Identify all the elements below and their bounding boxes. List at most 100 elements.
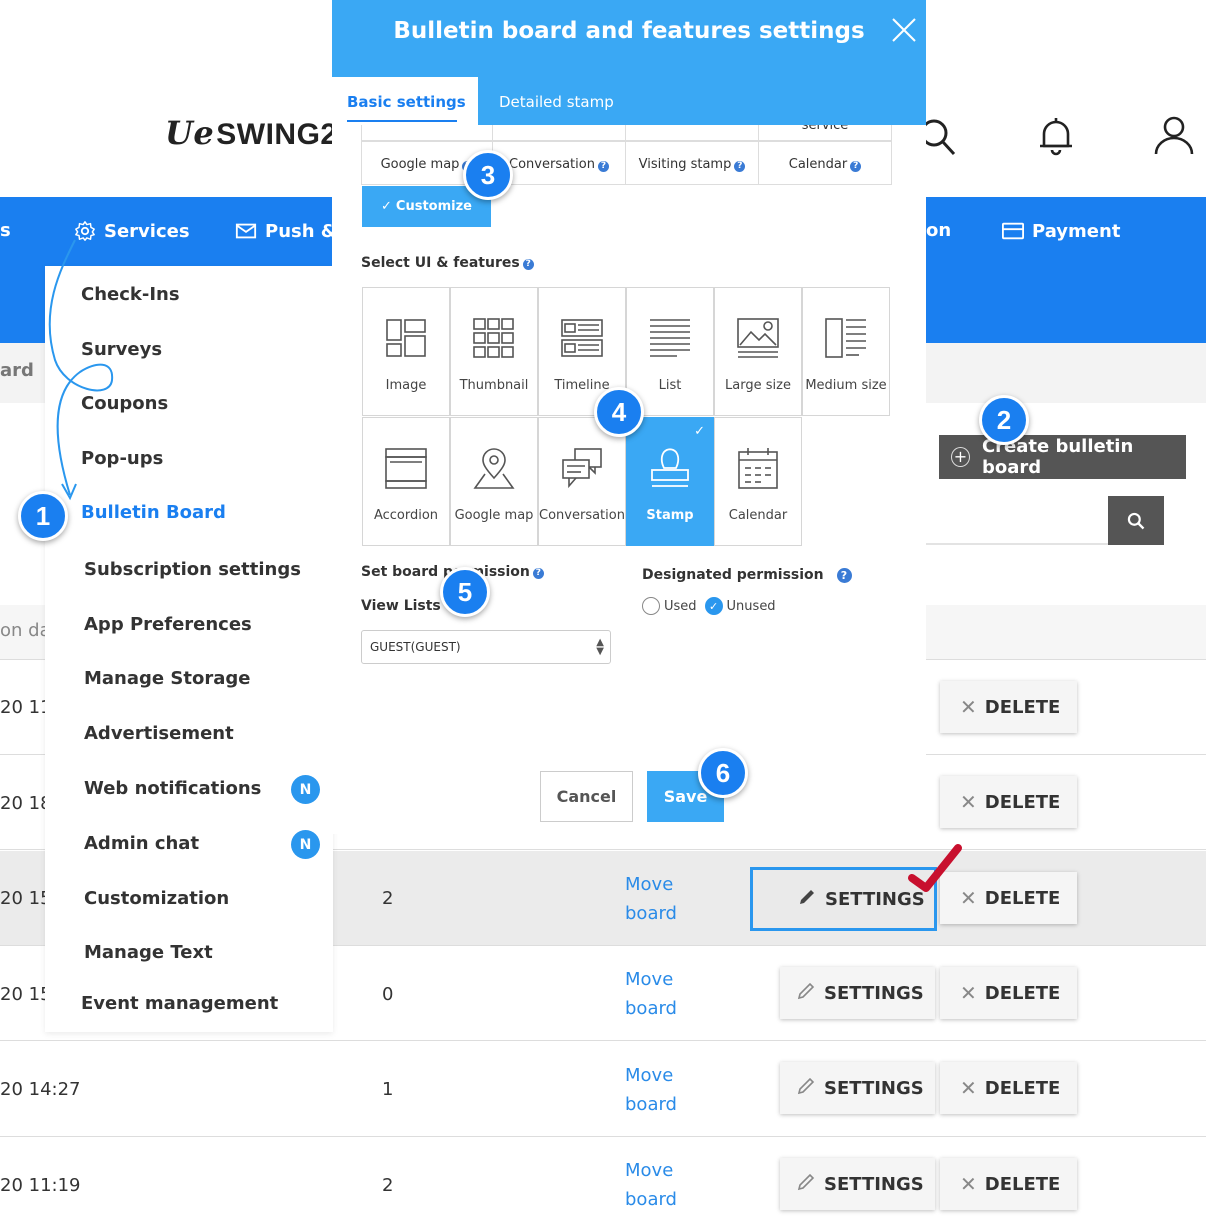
delete-button[interactable]: ✕ DELETE: [940, 872, 1077, 924]
move-board-link[interactable]: Move board: [625, 1061, 695, 1119]
stamp-icon: [651, 448, 689, 487]
menu-item-manage-storage[interactable]: Manage Storage: [84, 668, 250, 689]
column-header-date: on da: [0, 620, 51, 641]
pencil-icon: [796, 1172, 816, 1197]
label-text: Designated permission: [642, 567, 824, 583]
tab-detailed-stamp[interactable]: Detailed stamp: [499, 93, 614, 111]
mail-icon: [235, 223, 257, 239]
feature-calendar[interactable]: Calendar: [714, 417, 802, 546]
menu-item-surveys[interactable]: Surveys: [81, 339, 162, 360]
row-count: 2: [382, 888, 394, 909]
menu-item-customization[interactable]: Customization: [84, 888, 229, 909]
view-lists-select[interactable]: GUEST(GUEST) ▲ ▼: [361, 630, 611, 664]
new-badge: N: [291, 830, 320, 859]
row-count: 2: [382, 1175, 394, 1196]
move-board-link[interactable]: Move board: [625, 1156, 695, 1214]
settings-button[interactable]: SETTINGS: [780, 967, 935, 1019]
delete-button[interactable]: ✕ DELETE: [940, 1062, 1077, 1114]
settings-label: SETTINGS: [824, 1077, 924, 1099]
help-icon: ?: [532, 568, 544, 579]
feature-large-size[interactable]: Large size: [714, 287, 802, 416]
thumbnail-grid-icon: [473, 318, 514, 358]
menu-item-bulletin-board[interactable]: Bulletin Board: [81, 502, 226, 523]
feature-label: Thumbnail: [459, 378, 529, 393]
customize-label: Customize: [395, 199, 472, 214]
menu-item-coupons[interactable]: Coupons: [81, 393, 168, 414]
close-icon: ✕: [960, 790, 977, 814]
feature-label: Conversation: [539, 508, 625, 523]
feature-thumbnail[interactable]: Thumbnail: [450, 287, 538, 416]
settings-button[interactable]: SETTINGS: [750, 867, 937, 931]
move-board-link[interactable]: Move board: [625, 965, 695, 1023]
nav-item-services[interactable]: Services: [74, 220, 190, 242]
image-layout-icon: [386, 319, 426, 357]
delete-button[interactable]: ✕ DELETE: [940, 776, 1077, 828]
close-icon: ✕: [960, 695, 977, 719]
feature-medium-size[interactable]: Medium size: [802, 287, 890, 416]
menu-item-admin-chat[interactable]: Admin chat: [84, 833, 199, 854]
view-lists-label: View Lists: [361, 598, 441, 614]
nav-item-payment[interactable]: Payment: [1002, 220, 1120, 242]
service-visiting-stamp[interactable]: Visiting stamp?: [626, 141, 759, 185]
settings-button[interactable]: SETTINGS: [780, 1158, 935, 1210]
large-image-icon: [737, 318, 779, 358]
nav-item-partial-right[interactable]: on: [926, 220, 951, 241]
breadcrumb: ard: [0, 360, 34, 381]
bell-icon[interactable]: [1034, 114, 1078, 158]
menu-item-pop-ups[interactable]: Pop-ups: [81, 448, 163, 469]
row-date: 20 15: [0, 984, 52, 1005]
calendar-icon: [738, 448, 778, 489]
create-bulletin-board-button[interactable]: + Create bulletin board: [939, 435, 1186, 479]
menu-item-subscription-settings[interactable]: Subscription settings: [84, 559, 301, 580]
menu-item-manage-text[interactable]: Manage Text: [84, 942, 213, 963]
feature-label: Accordion: [373, 508, 439, 523]
radio-unused[interactable]: ✓: [704, 597, 723, 615]
delete-button[interactable]: ✕ DELETE: [940, 1158, 1077, 1210]
search-button[interactable]: [1108, 496, 1164, 545]
step-marker-6: 6: [698, 748, 748, 798]
service-conversation[interactable]: Conversation?: [493, 141, 626, 185]
radio-used[interactable]: [642, 597, 660, 615]
service-label: Calendar: [788, 157, 848, 172]
step-marker-3: 3: [463, 150, 513, 200]
help-icon: ?: [734, 161, 746, 172]
accordion-icon: [385, 448, 427, 489]
row-date: 20 11: [0, 697, 52, 718]
check-icon: ✓: [381, 199, 392, 214]
feature-google-map[interactable]: Google map: [450, 417, 538, 546]
tab-basic-settings[interactable]: Basic settings: [332, 77, 478, 125]
radio-label: Used: [664, 598, 697, 614]
menu-item-advertisement[interactable]: Advertisement: [84, 723, 234, 744]
feature-label: Large size: [725, 378, 791, 393]
settings-button[interactable]: SETTINGS: [780, 1062, 935, 1114]
cancel-button[interactable]: Cancel: [540, 771, 633, 822]
feature-stamp[interactable]: ✓ Stamp: [626, 417, 714, 546]
delete-button[interactable]: ✕ DELETE: [940, 967, 1077, 1019]
menu-item-check-ins[interactable]: Check-Ins: [81, 284, 180, 305]
close-icon: ✕: [960, 1172, 977, 1196]
search-input[interactable]: [926, 543, 1108, 545]
menu-item-web-notifications[interactable]: Web notifications: [84, 778, 261, 799]
feature-accordion[interactable]: Accordion: [362, 417, 450, 546]
menu-item-event-management[interactable]: Event management: [81, 993, 278, 1014]
select-ui-label: Select UI & features?: [361, 255, 534, 271]
feature-image[interactable]: Image: [362, 287, 450, 416]
close-icon: ✕: [960, 886, 977, 910]
designated-permission-label: Designated permission ?: [642, 567, 852, 583]
row-count: 0: [382, 984, 394, 1005]
select-arrows-icon: ▲ ▼: [596, 637, 604, 657]
nav-item-partial-left[interactable]: s: [0, 220, 11, 241]
nav-label: Payment: [1032, 220, 1121, 242]
delete-button[interactable]: ✕ DELETE: [940, 681, 1077, 733]
close-icon[interactable]: [890, 16, 918, 44]
move-board-link[interactable]: Move board: [625, 870, 695, 928]
service-calendar[interactable]: Calendar?: [759, 141, 892, 185]
row-date: 20 18: [0, 793, 52, 814]
help-icon: ?: [522, 259, 534, 270]
row-date: 20 15: [0, 888, 52, 909]
menu-item-app-preferences[interactable]: App Preferences: [84, 614, 252, 635]
service-label-partial: service: [801, 125, 849, 133]
search-icon: [1127, 512, 1145, 529]
user-icon[interactable]: [1152, 114, 1196, 158]
step-marker-2: 2: [979, 395, 1029, 445]
